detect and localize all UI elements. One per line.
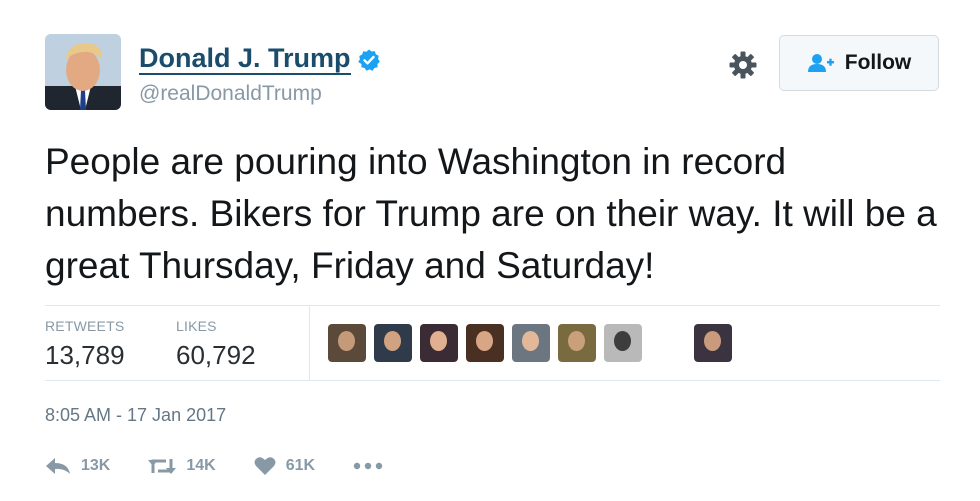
- liker-face: [704, 331, 721, 351]
- likes-stat[interactable]: LIKES 60,792: [176, 318, 256, 371]
- follow-button[interactable]: Follow: [779, 35, 939, 91]
- gear-icon[interactable]: [728, 50, 758, 80]
- retweets-value: 13,789: [45, 340, 125, 370]
- liker-face: [614, 331, 631, 351]
- stats-bottom-divider: [45, 380, 940, 381]
- likes-label: LIKES: [176, 318, 217, 334]
- liker-avatar-5[interactable]: [512, 324, 550, 362]
- retweets-label: RETWEETS: [45, 318, 125, 334]
- reply-button[interactable]: 13K: [45, 457, 110, 475]
- liker-face: [430, 331, 447, 351]
- retweets-stat[interactable]: RETWEETS 13,789: [45, 318, 125, 371]
- liker-avatar-6[interactable]: [558, 324, 596, 362]
- tweet-text: People are pouring into Washington in re…: [45, 141, 937, 286]
- add-user-icon: [807, 54, 834, 72]
- retweet-count: 14K: [186, 457, 216, 474]
- liker-face: [522, 331, 539, 351]
- like-count: 61K: [285, 457, 316, 474]
- heart-icon: [254, 457, 276, 475]
- liker-face: [384, 331, 401, 351]
- liker-avatars: [328, 324, 740, 362]
- like-button[interactable]: 61K: [254, 456, 315, 476]
- reply-count: 13K: [81, 457, 111, 474]
- reply-icon: [46, 458, 70, 474]
- tweet-actions: 13K 14K 61K: [45, 456, 431, 476]
- profile-avatar[interactable]: [45, 34, 121, 110]
- stats-top-divider: [45, 305, 940, 306]
- liker-avatar-3[interactable]: [420, 324, 458, 362]
- follow-label: Follow: [844, 51, 912, 74]
- liker-face: [338, 331, 355, 351]
- likes-value: 60,792: [176, 340, 256, 370]
- verified-badge-icon: [357, 48, 381, 72]
- liker-avatar-1[interactable]: [328, 324, 366, 362]
- retweet-button[interactable]: 14K: [148, 456, 216, 476]
- liker-face: [568, 331, 585, 351]
- display-name[interactable]: Donald J. Trump: [139, 44, 351, 75]
- liker-avatar-7[interactable]: [604, 324, 642, 362]
- tweet-timestamp[interactable]: 8:05 AM - 17 Jan 2017: [45, 405, 226, 426]
- more-icon: [353, 462, 383, 470]
- liker-avatar-8[interactable]: [694, 324, 732, 362]
- more-button[interactable]: [353, 462, 393, 470]
- liker-face: [476, 331, 493, 351]
- stats-vertical-divider: [309, 306, 310, 380]
- liker-avatar-2[interactable]: [374, 324, 412, 362]
- liker-avatar-4[interactable]: [466, 324, 504, 362]
- retweet-icon: [148, 459, 177, 474]
- user-handle[interactable]: @realDonaldTrump: [139, 82, 322, 106]
